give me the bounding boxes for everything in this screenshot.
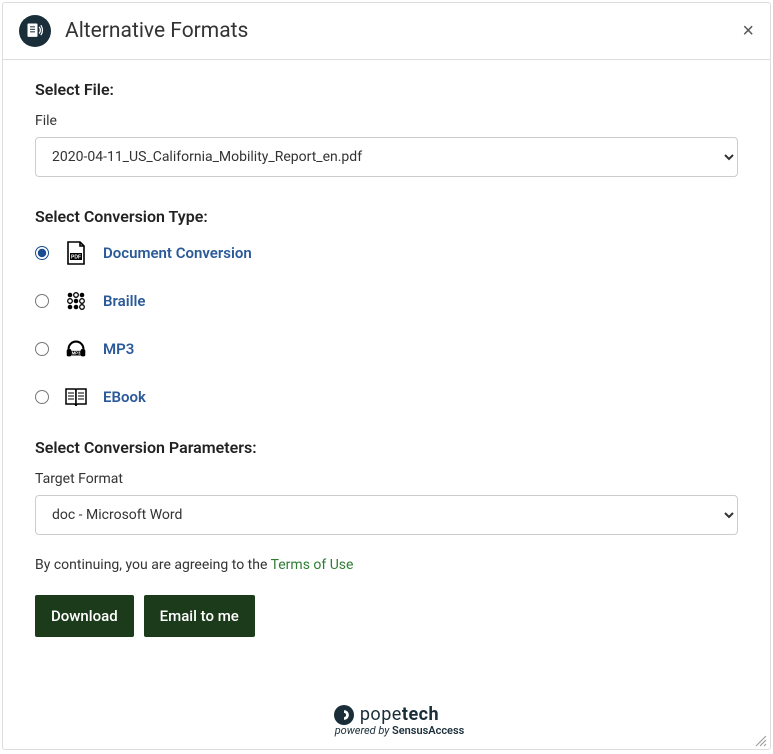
option-ebook[interactable]: EBook: [35, 384, 738, 410]
option-label: MP3: [103, 340, 134, 358]
conversion-type-group: PDF Document Conversion: [35, 240, 738, 410]
footer-powered-brand: SensusAccess: [392, 724, 464, 737]
alternative-formats-dialog: Alternative Formats × Select File: File …: [2, 2, 771, 750]
file-field-label: File: [35, 113, 738, 129]
mp3-icon: MP3: [63, 336, 89, 362]
option-label: Braille: [103, 292, 145, 310]
ebook-icon: [63, 384, 89, 410]
option-braille[interactable]: Braille: [35, 288, 738, 314]
radio-ebook[interactable]: [35, 390, 49, 404]
svg-text:PDF: PDF: [71, 255, 81, 261]
conversion-type-label: Select Conversion Type:: [35, 207, 738, 226]
document-audio-icon: [19, 15, 51, 47]
popetech-logo: popetech powered by SensusAccess: [309, 704, 465, 737]
radio-document-conversion[interactable]: [35, 246, 49, 260]
popetech-icon: [334, 705, 354, 725]
radio-mp3[interactable]: [35, 342, 49, 356]
footer-brand-light: pope: [360, 704, 402, 725]
footer-powered-prefix: powered by: [335, 724, 392, 737]
terms-prefix: By continuing, you are agreeing to the: [35, 557, 271, 573]
file-select[interactable]: 2020-04-11_US_California_Mobility_Report…: [35, 137, 738, 177]
dialog-body: Select File: File 2020-04-11_US_Californ…: [3, 60, 770, 686]
close-button[interactable]: ×: [742, 21, 754, 41]
pdf-icon: PDF: [63, 240, 89, 266]
download-button[interactable]: Download: [35, 595, 134, 637]
dialog-header: Alternative Formats ×: [3, 3, 770, 60]
dialog-footer: popetech powered by SensusAccess: [3, 686, 770, 749]
option-label: EBook: [103, 388, 146, 406]
target-format-label: Target Format: [35, 471, 738, 487]
footer-brand: popetech: [360, 704, 439, 725]
svg-text:MP3: MP3: [72, 351, 81, 356]
resize-handle[interactable]: [753, 732, 767, 746]
conversion-params-label: Select Conversion Parameters:: [35, 438, 738, 457]
terms-text: By continuing, you are agreeing to the T…: [35, 557, 738, 573]
select-file-label: Select File:: [35, 80, 738, 99]
footer-powered-by: powered by SensusAccess: [335, 724, 465, 737]
braille-icon: [63, 288, 89, 314]
target-format-select[interactable]: doc - Microsoft Word: [35, 495, 738, 535]
action-buttons: Download Email to me: [35, 595, 738, 637]
email-to-me-button[interactable]: Email to me: [144, 595, 255, 637]
terms-of-use-link[interactable]: Terms of Use: [271, 557, 354, 573]
option-label: Document Conversion: [103, 244, 252, 262]
option-mp3[interactable]: MP3 MP3: [35, 336, 738, 362]
option-document-conversion[interactable]: PDF Document Conversion: [35, 240, 738, 266]
dialog-title: Alternative Formats: [65, 19, 248, 43]
radio-braille[interactable]: [35, 294, 49, 308]
footer-brand-bold: tech: [402, 704, 439, 725]
